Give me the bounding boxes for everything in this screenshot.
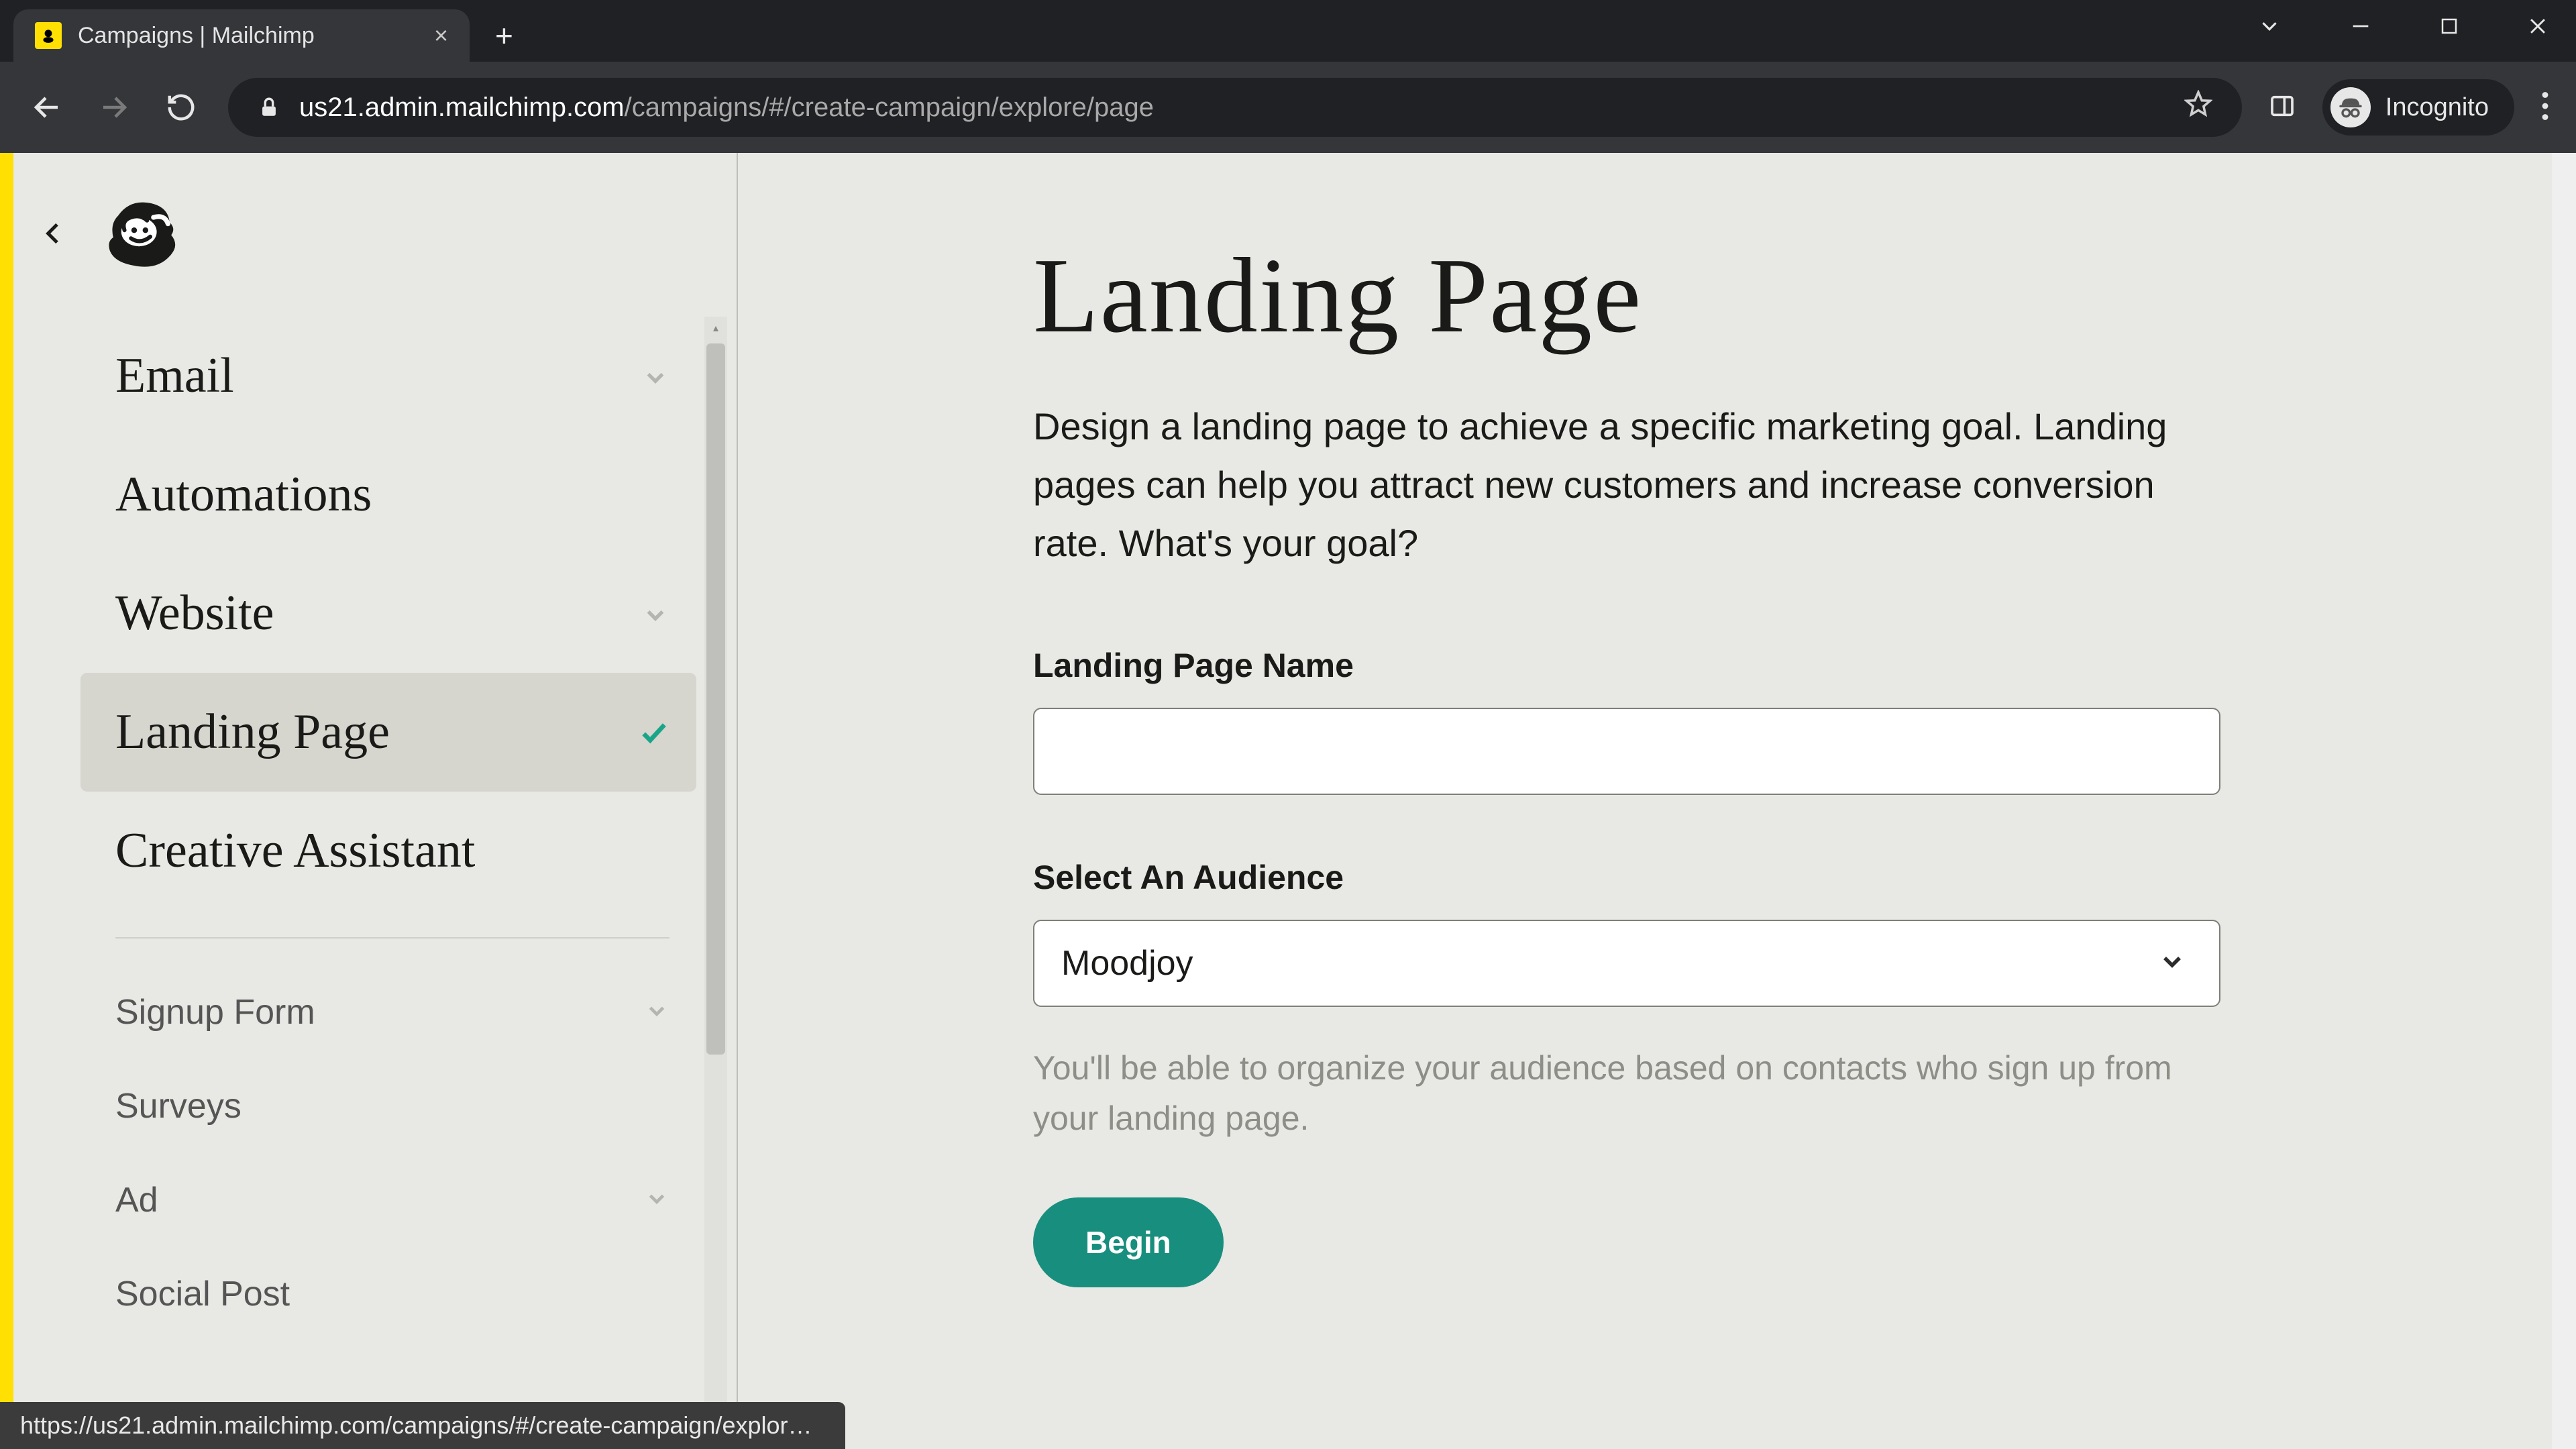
browser-address-bar: us21.admin.mailchimp.com/campaigns/#/cre… bbox=[0, 62, 2576, 153]
sidebar-item-label: Social Post bbox=[115, 1274, 290, 1314]
main-scrollbar[interactable] bbox=[2552, 153, 2576, 1449]
begin-button[interactable]: Begin bbox=[1033, 1197, 1224, 1287]
incognito-label: Incognito bbox=[2385, 93, 2489, 122]
sidebar-item-website[interactable]: Website bbox=[80, 554, 696, 673]
incognito-icon bbox=[2330, 87, 2371, 127]
sidebar-item-creative-assistant[interactable]: Creative Assistant bbox=[80, 792, 696, 910]
sidebar-item-label: Website bbox=[115, 585, 274, 642]
nav-back-button[interactable] bbox=[27, 87, 67, 127]
audience-select[interactable]: Moodjoy bbox=[1033, 920, 2220, 1007]
sidebar-item-label: Ad bbox=[115, 1180, 158, 1220]
audience-selected-value: Moodjoy bbox=[1061, 943, 1193, 983]
chevron-down-icon bbox=[2157, 947, 2187, 980]
browser-status-bar: https://us21.admin.mailchimp.com/campaig… bbox=[0, 1402, 845, 1449]
sidebar-item-label: Landing Page bbox=[115, 704, 390, 761]
close-tab-icon[interactable]: × bbox=[434, 23, 448, 48]
browser-tab-title: Campaigns | Mailchimp bbox=[78, 23, 315, 49]
url-host: us21.admin.mailchimp.com bbox=[299, 93, 625, 122]
mailchimp-favicon bbox=[35, 22, 62, 49]
scrollbar-thumb[interactable] bbox=[706, 343, 725, 1055]
window-close-icon[interactable] bbox=[2526, 15, 2549, 38]
chevron-down-icon bbox=[641, 585, 669, 642]
sidebar-item-landing-page[interactable]: Landing Page bbox=[80, 673, 696, 792]
chevron-down-icon bbox=[644, 992, 669, 1032]
sidebar-item-surveys[interactable]: Surveys bbox=[80, 1059, 696, 1153]
incognito-indicator[interactable]: Incognito bbox=[2322, 79, 2514, 136]
sidebar-item-signup-form[interactable]: Signup Form bbox=[80, 965, 696, 1059]
begin-button-label: Begin bbox=[1085, 1225, 1171, 1260]
landing-page-name-input[interactable] bbox=[1033, 708, 2220, 795]
sidebar-item-automations[interactable]: Automations bbox=[80, 435, 696, 554]
chevron-down-icon bbox=[644, 1180, 669, 1220]
new-tab-button[interactable]: + bbox=[495, 20, 513, 51]
sidebar-item-email[interactable]: Email bbox=[80, 317, 696, 435]
main-content: Landing Page Design a landing page to ac… bbox=[738, 153, 2576, 1449]
audience-help-text: You'll be able to organize your audience… bbox=[1033, 1043, 2200, 1144]
sidebar-item-social-post[interactable]: Social Post bbox=[80, 1247, 696, 1341]
sidebar-back-button[interactable] bbox=[40, 220, 67, 247]
sidebar-scrollbar[interactable]: ▴ ▾ bbox=[704, 317, 727, 1449]
sidebar-item-label: Signup Form bbox=[115, 992, 315, 1032]
audience-field-label: Select An Audience bbox=[1033, 858, 2214, 897]
mailchimp-logo[interactable] bbox=[102, 193, 182, 274]
lock-icon bbox=[258, 96, 280, 119]
sidebar-item-label: Email bbox=[115, 347, 234, 405]
url-input[interactable]: us21.admin.mailchimp.com/campaigns/#/cre… bbox=[228, 78, 2242, 137]
sidebar-item-label: Creative Assistant bbox=[115, 822, 475, 879]
name-field-label: Landing Page Name bbox=[1033, 646, 2214, 685]
sidebar-item-label: Surveys bbox=[115, 1086, 241, 1126]
side-panel-icon[interactable] bbox=[2269, 93, 2296, 123]
browser-menu-icon[interactable] bbox=[2541, 91, 2549, 124]
url-path: /campaigns/#/create-campaign/explore/pag… bbox=[625, 93, 1154, 122]
page-title: Landing Page bbox=[1033, 233, 2214, 358]
sidebar-item-ad[interactable]: Ad bbox=[80, 1153, 696, 1247]
url-text: us21.admin.mailchimp.com/campaigns/#/cre… bbox=[299, 93, 1154, 123]
brand-accent-strip bbox=[0, 153, 13, 1449]
window-minimize-icon[interactable] bbox=[2349, 15, 2372, 38]
scrollbar-up-icon[interactable]: ▴ bbox=[704, 317, 727, 339]
nav-reload-button[interactable] bbox=[161, 87, 201, 127]
page-description: Design a landing page to achieve a speci… bbox=[1033, 398, 2187, 572]
browser-tabbar: Campaigns | Mailchimp × + bbox=[0, 0, 2576, 62]
bookmark-star-icon[interactable] bbox=[2184, 90, 2212, 125]
nav-forward-button[interactable] bbox=[94, 87, 134, 127]
sidebar-divider bbox=[115, 937, 669, 938]
sidebar-items: Email Automations Website Landing Page bbox=[13, 317, 737, 1341]
checkmark-icon bbox=[639, 704, 669, 761]
chevron-down-icon[interactable] bbox=[2257, 13, 2282, 39]
browser-tab-active[interactable]: Campaigns | Mailchimp × bbox=[13, 9, 470, 62]
sidebar-item-label: Automations bbox=[115, 466, 372, 523]
campaign-type-sidebar: Email Automations Website Landing Page bbox=[13, 153, 738, 1449]
page-viewport: Email Automations Website Landing Page bbox=[0, 153, 2576, 1449]
window-controls bbox=[2257, 13, 2549, 39]
chevron-down-icon bbox=[641, 347, 669, 405]
window-maximize-icon[interactable] bbox=[2439, 16, 2459, 36]
